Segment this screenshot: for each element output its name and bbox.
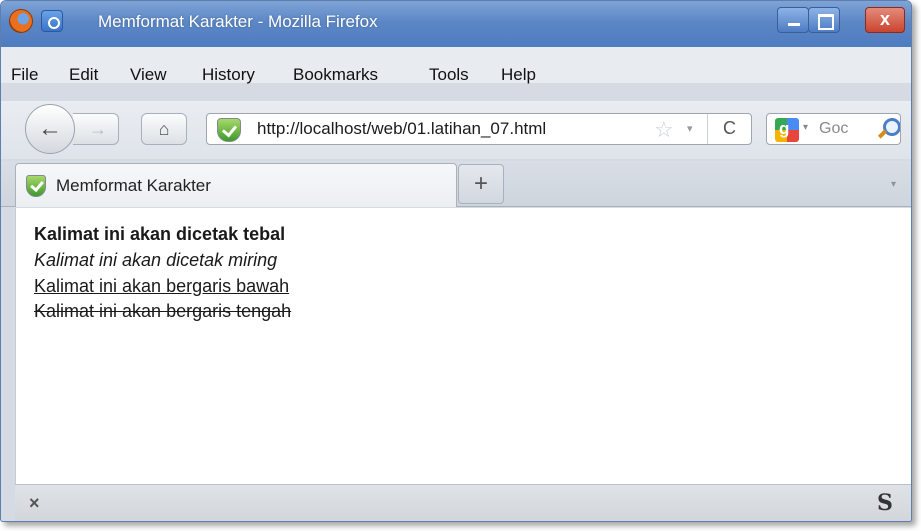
home-icon: ⌂ bbox=[158, 119, 170, 139]
window-title: Memformat Karakter - Mozilla Firefox bbox=[98, 12, 378, 31]
bold-text-line: Kalimat ini akan dicetak tebal bbox=[34, 224, 286, 244]
window-menu-icon[interactable] bbox=[41, 10, 63, 32]
menu-help[interactable]: Help bbox=[501, 65, 536, 85]
tab-list-dropdown-icon[interactable]: ▾ bbox=[891, 179, 896, 190]
tab-strip: Memformat Karakter + ▾ bbox=[1, 161, 911, 207]
home-button[interactable]: ⌂ bbox=[141, 113, 187, 145]
strikethrough-text-line: Kalimat ini akan bergaris tengah bbox=[34, 301, 292, 321]
google-engine-icon[interactable]: g bbox=[775, 118, 799, 142]
menu-tools[interactable]: Tools bbox=[429, 65, 469, 85]
search-bar[interactable]: g ▾ Goc bbox=[766, 113, 901, 145]
tab-title: Memformat Karakter bbox=[56, 176, 211, 195]
navigation-toolbar: → ← ⌂ http://localhost/web/01.latihan_07… bbox=[1, 101, 911, 159]
site-identity-shield-icon[interactable] bbox=[217, 118, 241, 142]
status-bar: × S bbox=[15, 484, 911, 521]
italic-text-line: Kalimat ini akan dicetak miring bbox=[34, 250, 278, 270]
firefox-logo-icon[interactable] bbox=[9, 9, 33, 33]
tab-favicon-shield-icon bbox=[26, 175, 46, 197]
search-icon[interactable] bbox=[875, 116, 900, 142]
back-button[interactable]: ← bbox=[25, 104, 75, 154]
google-letter: g bbox=[779, 119, 790, 138]
menu-view[interactable]: View bbox=[130, 65, 167, 85]
close-button[interactable]: x bbox=[865, 7, 905, 33]
reload-icon: C bbox=[723, 118, 736, 138]
menu-file[interactable]: File bbox=[11, 65, 38, 85]
underline-text-line: Kalimat ini akan bergaris bawah bbox=[34, 276, 290, 296]
close-addon-bar-icon[interactable]: × bbox=[29, 493, 40, 514]
reload-button[interactable]: C bbox=[707, 114, 751, 144]
new-tab-button[interactable]: + bbox=[458, 164, 504, 204]
tab-memformat-karakter[interactable]: Memformat Karakter bbox=[15, 163, 457, 207]
search-input[interactable]: Goc bbox=[819, 120, 848, 138]
addon-s-icon[interactable]: S bbox=[877, 490, 893, 516]
plus-icon: + bbox=[473, 170, 488, 197]
maximize-button[interactable] bbox=[808, 7, 840, 33]
back-arrow-icon: ← bbox=[38, 115, 62, 142]
menu-edit[interactable]: Edit bbox=[69, 65, 98, 85]
menu-bookmarks[interactable]: Bookmarks bbox=[293, 65, 378, 85]
title-bar: Memformat Karakter - Mozilla Firefox x bbox=[1, 1, 911, 47]
url-text[interactable]: http://localhost/web/01.latihan_07.html bbox=[257, 119, 546, 139]
history-dropdown-icon[interactable]: ▾ bbox=[687, 122, 693, 135]
url-bar[interactable]: http://localhost/web/01.latihan_07.html … bbox=[206, 113, 752, 145]
menu-history[interactable]: History bbox=[202, 65, 255, 85]
browser-window: Memformat Karakter - Mozilla Firefox x F… bbox=[0, 0, 912, 522]
forward-arrow-icon: → bbox=[89, 119, 107, 139]
bookmark-star-icon[interactable]: ☆ bbox=[654, 117, 674, 143]
menu-bar: File Edit View History Bookmarks Tools H… bbox=[1, 47, 911, 85]
page-content: Kalimat ini akan dicetak tebal Kalimat i… bbox=[15, 208, 911, 484]
minimize-button[interactable] bbox=[777, 7, 809, 33]
forward-button[interactable]: → bbox=[73, 113, 119, 145]
engine-dropdown-icon[interactable]: ▾ bbox=[803, 122, 808, 133]
close-icon: x bbox=[879, 9, 890, 29]
